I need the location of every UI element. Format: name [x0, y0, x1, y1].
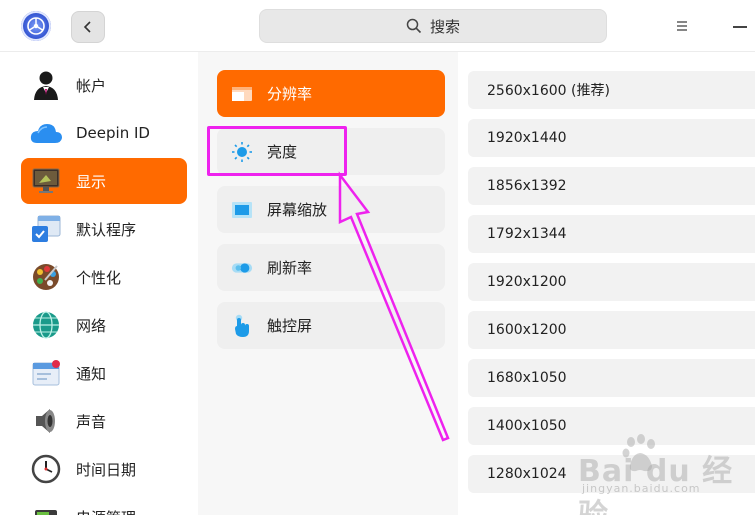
- sidebar-item-label: 帐户: [76, 76, 107, 95]
- speaker-icon: [29, 404, 63, 438]
- sidebar-item-label: 网络: [76, 316, 107, 335]
- resolution-option[interactable]: 1600x1200: [468, 311, 755, 349]
- resolution-option[interactable]: 1920x1200: [468, 263, 755, 301]
- control-center-window: 搜索 帐户 Deepin ID 显示 默认程序 个性化 网络 通知 声音 时间日…: [0, 0, 755, 515]
- baidu-watermark: Bai du 经验 jingyan.baidu.com: [578, 432, 748, 515]
- titlebar: 搜索: [0, 0, 755, 52]
- sidebar-item-label: 声音: [76, 412, 107, 431]
- minimize-button[interactable]: [730, 16, 750, 36]
- display-monitor-icon: [29, 164, 63, 198]
- sidebar-item-power[interactable]: 电源管理: [21, 494, 187, 515]
- resolution-option[interactable]: 1792x1344: [468, 215, 755, 253]
- search-placeholder: 搜索: [429, 17, 460, 36]
- chevron-left-icon: [83, 21, 91, 33]
- submenu-item-label: 刷新率: [267, 259, 313, 277]
- app-logo-icon: [21, 11, 51, 41]
- sidebar-item-label: 时间日期: [76, 460, 137, 479]
- resolution-option[interactable]: 1856x1392: [468, 167, 755, 205]
- sidebar-item-label: 默认程序: [76, 220, 137, 239]
- annotation-highlight-box: [207, 126, 347, 176]
- account-avatar-icon: [29, 68, 63, 102]
- palette-icon: [29, 260, 63, 294]
- submenu-item-label: 分辨率: [267, 85, 313, 103]
- sidebar-item-notification[interactable]: 通知: [21, 350, 187, 396]
- resolution-option[interactable]: 1680x1050: [468, 359, 755, 397]
- resolution-option[interactable]: 1920x1440: [468, 119, 755, 157]
- sidebar-item-label: 个性化: [76, 268, 122, 287]
- sidebar-item-default-apps[interactable]: 默认程序: [21, 206, 187, 252]
- annotation-arrow: [338, 171, 450, 442]
- battery-icon: [29, 500, 63, 515]
- main-menu-button[interactable]: [672, 16, 692, 36]
- cloud-icon: [29, 116, 63, 150]
- back-button[interactable]: [71, 11, 105, 43]
- notification-icon: [29, 356, 63, 390]
- sidebar-item-network[interactable]: 网络: [21, 302, 187, 348]
- screen-scale-icon: [231, 199, 253, 221]
- sidebar: 帐户 Deepin ID 显示 默认程序 个性化 网络 通知 声音 时间日期: [0, 52, 198, 515]
- sidebar-item-account[interactable]: 帐户: [21, 62, 187, 108]
- sidebar-item-label: 显示: [76, 172, 107, 191]
- touch-hand-icon: [231, 314, 253, 337]
- search-input[interactable]: 搜索: [259, 9, 607, 43]
- sidebar-item-display[interactable]: 显示: [21, 158, 187, 204]
- clock-icon: [29, 452, 63, 486]
- submenu-item-label: 触控屏: [267, 317, 313, 335]
- sidebar-item-label: 通知: [76, 364, 107, 383]
- resolution-option[interactable]: 2560x1600 (推荐): [468, 71, 755, 109]
- search-icon: [406, 18, 422, 34]
- refresh-rate-icon: [231, 257, 253, 279]
- sidebar-item-personalization[interactable]: 个性化: [21, 254, 187, 300]
- network-globe-icon: [29, 308, 63, 342]
- sidebar-item-label: 电源管理: [76, 507, 136, 515]
- sidebar-item-deepin-id[interactable]: Deepin ID: [21, 110, 187, 156]
- sidebar-item-datetime[interactable]: 时间日期: [21, 446, 187, 492]
- submenu-item-resolution[interactable]: 分辨率: [217, 70, 445, 117]
- sidebar-item-sound[interactable]: 声音: [21, 398, 187, 444]
- default-apps-icon: [29, 212, 63, 246]
- watermark-brand: Bai du 经验: [578, 454, 734, 515]
- watermark-url: jingyan.baidu.com: [582, 482, 701, 495]
- resolution-icon: [231, 83, 253, 105]
- hamburger-menu-icon: [677, 21, 687, 31]
- sidebar-item-label: Deepin ID: [76, 124, 150, 142]
- submenu-item-label: 屏幕缩放: [267, 201, 328, 219]
